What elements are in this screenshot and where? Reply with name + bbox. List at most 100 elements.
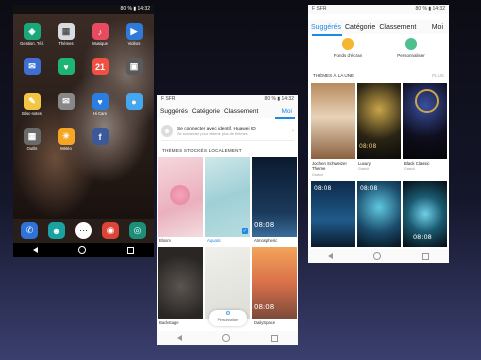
app-facebook[interactable]: f bbox=[87, 128, 113, 146]
recents-icon[interactable] bbox=[270, 334, 278, 342]
theme-thumb-dailyspace[interactable]: 08:08 bbox=[252, 247, 297, 319]
status-left: F SFR bbox=[312, 6, 327, 12]
home-screen-phone: 80 % ▮ 14:32 ◈ Gestion. Tél. ▦ Thèmes ♪ Musiq… bbox=[13, 5, 154, 257]
theme-thumb-tunnel[interactable]: 08:08 bbox=[403, 181, 447, 247]
status-bar: 80 % ▮ 14:32 bbox=[13, 5, 154, 14]
weather-icon: ☀ bbox=[57, 128, 75, 145]
app-label: Thèmes bbox=[58, 41, 74, 46]
tab-classement[interactable]: Classement bbox=[224, 108, 258, 115]
check-icon: ✓ bbox=[242, 228, 248, 234]
theme-thumb-plain[interactable] bbox=[205, 247, 250, 319]
nav-bar bbox=[13, 243, 154, 257]
app-tools[interactable]: ▦ Outils bbox=[19, 128, 45, 151]
theme-name: Backstage bbox=[159, 320, 179, 325]
theme-name: Aquatic bbox=[207, 238, 221, 243]
theme-thumb-jochen[interactable] bbox=[311, 83, 355, 159]
status-right: 80 % ▮ 14:32 bbox=[415, 6, 445, 12]
app-label: Musique bbox=[92, 41, 108, 46]
huawei-id-signin[interactable]: ☻ Se connecter avec identif. Huawei ID S… bbox=[161, 122, 294, 141]
tab-moi[interactable]: Moi bbox=[432, 24, 443, 31]
app-message[interactable]: ✉ bbox=[53, 93, 79, 111]
status-right: 80 % ▮ 14:32 bbox=[264, 96, 294, 102]
status-bar: F SFR 80 % ▮ 14:32 bbox=[308, 5, 449, 14]
theme-name: Bloom bbox=[159, 238, 171, 243]
shield-icon: ◈ bbox=[23, 23, 41, 40]
app-notepad[interactable]: ✎ Bloc-notes bbox=[19, 93, 45, 116]
back-icon[interactable] bbox=[328, 253, 334, 259]
avatar: ☻ bbox=[161, 125, 173, 137]
theme-name: DailySpace bbox=[254, 320, 276, 325]
app-weather[interactable]: ☀ Météo bbox=[53, 128, 79, 151]
app-health[interactable]: ♥ bbox=[53, 58, 79, 76]
tab-suggeres[interactable]: Suggérés bbox=[160, 108, 188, 115]
recents-icon[interactable] bbox=[126, 246, 134, 254]
theme-name: Black Classic bbox=[404, 161, 430, 166]
wallpaper-icon bbox=[342, 38, 354, 50]
app-shield[interactable]: ◈ Gestion. Tél. bbox=[19, 23, 45, 46]
tab-bar: Suggérés Catégorie Classement Moi bbox=[308, 20, 449, 34]
status-bar: F SFR 80 % ▮ 14:32 bbox=[157, 95, 298, 104]
phone-icon[interactable]: ✆ bbox=[21, 222, 38, 239]
app-label: Gestion. Tél. bbox=[20, 41, 44, 46]
app-play[interactable]: ▶ Vidéos bbox=[121, 23, 147, 46]
camera-icon[interactable]: ◎ bbox=[129, 222, 146, 239]
app-support[interactable]: ♥ Hi Care bbox=[87, 93, 113, 116]
category-label: Personnaliser bbox=[397, 53, 425, 58]
theme-thumb-black-classic[interactable] bbox=[403, 83, 447, 159]
theme-name: Jochen Schweizer Theme bbox=[312, 161, 347, 171]
theme-thumb-bloom[interactable] bbox=[158, 157, 203, 237]
clock-text: 08:08 bbox=[254, 303, 275, 311]
tab-moi[interactable]: Moi bbox=[282, 108, 292, 115]
nav-bar bbox=[308, 249, 449, 263]
theme-thumb-forest[interactable]: 08:08 bbox=[357, 181, 401, 247]
clock-text: 08:08 bbox=[360, 185, 378, 192]
category-wallpapers[interactable]: Fonds d'écran bbox=[328, 38, 368, 58]
clock-text: 08:08 bbox=[254, 221, 275, 229]
email-icon: ✉ bbox=[23, 58, 41, 75]
personalize-button[interactable]: ⚙ Personnaliser bbox=[209, 310, 247, 326]
tab-classement[interactable]: Classement bbox=[379, 24, 416, 31]
notepad-icon: ✎ bbox=[23, 93, 41, 110]
home-icon[interactable] bbox=[373, 252, 382, 260]
app-calendar[interactable]: 21 bbox=[87, 58, 113, 76]
play-icon: ▶ bbox=[125, 23, 143, 40]
tab-categorie[interactable]: Catégorie bbox=[192, 108, 220, 115]
theme-thumb-luxury[interactable]: 08:08 bbox=[357, 83, 401, 159]
back-icon[interactable] bbox=[33, 247, 39, 253]
flower-image bbox=[170, 185, 190, 205]
theme-thumb-atmospheric[interactable]: 08:08 bbox=[252, 157, 297, 237]
calendar-icon: 21 bbox=[91, 58, 109, 75]
more-link[interactable]: PLUS bbox=[432, 73, 444, 81]
home-icon[interactable] bbox=[222, 334, 231, 342]
app-brush[interactable]: ▦ Thèmes bbox=[53, 23, 79, 46]
app-music[interactable]: ♪ Musique bbox=[87, 23, 113, 46]
theme-thumb-aquatic[interactable] bbox=[205, 157, 250, 237]
home-icon[interactable] bbox=[78, 246, 87, 254]
tab-bar: Suggérés Catégorie Classement Moi bbox=[157, 104, 298, 118]
category-label: Fonds d'écran bbox=[333, 53, 363, 58]
grid-icon: ▣ bbox=[125, 58, 143, 75]
section-title: THÈMES À LA UNE bbox=[313, 73, 355, 78]
theme-price: Gratuit bbox=[404, 167, 415, 171]
back-icon[interactable] bbox=[177, 335, 183, 341]
nav-bar bbox=[157, 331, 298, 345]
theme-thumb-backstage[interactable] bbox=[158, 247, 203, 319]
theme-name: Luxury bbox=[358, 161, 371, 166]
app-grid[interactable]: ▣ bbox=[121, 58, 147, 76]
chevron-right-icon: › bbox=[292, 128, 294, 134]
tools-icon: ▦ bbox=[23, 128, 41, 145]
clock-text: 08:08 bbox=[413, 233, 432, 241]
clock-text: 08:08 bbox=[359, 143, 377, 150]
tab-categorie[interactable]: Catégorie bbox=[345, 24, 375, 31]
app-chat[interactable]: ● bbox=[121, 93, 147, 111]
contacts-icon[interactable]: ☻ bbox=[48, 222, 65, 239]
recents-icon[interactable] bbox=[421, 252, 429, 260]
theme-name: Atmospheric bbox=[254, 238, 278, 243]
chrome-icon[interactable]: ◉ bbox=[102, 222, 119, 239]
tab-suggeres[interactable]: Suggérés bbox=[311, 24, 341, 31]
personalize-icon: ⚙ bbox=[225, 311, 231, 317]
app-drawer-icon[interactable]: ⋯ bbox=[75, 222, 92, 239]
category-personalize[interactable]: Personnaliser bbox=[391, 38, 431, 58]
app-email[interactable]: ✉ bbox=[19, 58, 45, 76]
theme-thumb-blue-night[interactable]: 08:08 bbox=[311, 181, 355, 247]
